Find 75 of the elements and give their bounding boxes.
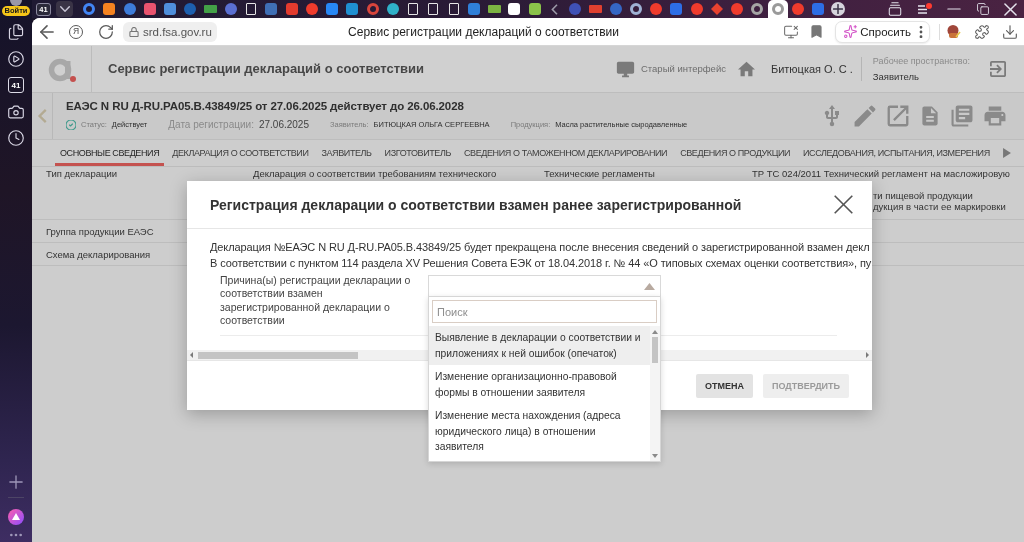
restore-icon[interactable]: [976, 3, 989, 15]
scrollbar-thumb[interactable]: [652, 337, 658, 363]
search-field[interactable]: Поиск: [432, 300, 657, 323]
chevron-down-icon: [59, 6, 70, 12]
dropdown-option[interactable]: Выявление в декларации о соответствии и приложениях к ней ошибок (опечаток): [429, 326, 650, 365]
caret-up-icon: [644, 282, 655, 290]
section-tab[interactable]: ОСНОВНЫЕ СВЕДЕНИЯ: [55, 140, 165, 166]
play-icon[interactable]: [8, 50, 24, 67]
select-field[interactable]: [428, 275, 661, 297]
page-title: Сервис регистрации деклараций о соответствии: [348, 23, 619, 40]
table-cell: дукция в части ее маркировки: [873, 201, 1006, 212]
close-button[interactable]: [834, 195, 853, 214]
declaration-title: ЕАЭС N RU Д-RU.PA05.B.43849/25 от 27.06.2025 действует до 26.06.2028: [66, 99, 465, 113]
logo-icon[interactable]: [47, 56, 76, 82]
counter-button[interactable]: 41: [8, 77, 24, 93]
reload-icon[interactable]: [99, 24, 113, 39]
detail-value: 27.06.2025: [258, 118, 309, 132]
close-icon: [834, 195, 853, 214]
section-tab[interactable]: ИССЛЕДОВАНИЯ, ИСПЫТАНИЯ, ИЗМЕРЕНИЯ: [798, 140, 995, 166]
menu-icon[interactable]: [917, 3, 932, 15]
sparkle-icon: [844, 25, 858, 38]
workspace-label: Рабочее пространство:: [872, 56, 970, 67]
section-tab[interactable]: ЗАЯВИТЕЛЬ: [316, 140, 377, 166]
clock-icon[interactable]: [8, 130, 24, 146]
table-cell-text: Декларация о соответствии требованиям технического: [253, 168, 498, 179]
camera-icon[interactable]: [8, 103, 24, 120]
scrollbar-thumb[interactable]: [198, 351, 358, 359]
row-label: Тип декларации: [46, 168, 118, 179]
workspace-value[interactable]: Заявитель: [872, 71, 970, 82]
more-icon[interactable]: [9, 533, 23, 537]
section-tab[interactable]: ИЗГОТОВИТЕЛЬ: [379, 140, 456, 166]
address-field[interactable]: srd.fsa.gov.ru: [123, 21, 217, 42]
pages-icon[interactable]: [8, 24, 24, 40]
triangle-right-icon[interactable]: [1001, 148, 1012, 158]
monitor-icon[interactable]: [616, 59, 635, 79]
extension-icon[interactable]: [946, 24, 961, 39]
user-name[interactable]: Битюцкая О. С .: [770, 62, 853, 76]
plus-icon[interactable]: [9, 475, 23, 489]
dialog-button[interactable]: ОТМЕНА: [695, 373, 753, 398]
home-icon[interactable]: [737, 60, 755, 78]
gradient-circle-icon[interactable]: [8, 509, 24, 525]
detail-label: Дата регистрации:: [168, 118, 254, 132]
ask-button[interactable]: Спросить: [844, 23, 911, 40]
plus-icon: [833, 4, 844, 14]
vertical-scrollbar[interactable]: [650, 326, 660, 461]
table-cell: ти пищевой продукции: [873, 190, 973, 201]
scroll-up-icon[interactable]: [652, 330, 658, 334]
section-tab[interactable]: ДЕКЛАРАЦИЯ О СООТВЕТСТВИИ: [167, 140, 314, 166]
field-label: Причина(ы) регистрации декларации о соответствии взамен зарегистрированной декларации о соответствии: [220, 274, 412, 328]
exit-icon[interactable]: [990, 61, 1006, 77]
avatar-icon[interactable]: [10, 0, 22, 6]
dialog-text: Декларация №ЕАЭС N RU Д-RU.PA05.B.43849/25 будет прекращена после внесения сведений о зарегистрированной взамен декл: [210, 240, 871, 255]
screen-off-icon[interactable]: [784, 24, 799, 39]
row-label: Группа продукции ЕАЭС: [46, 225, 155, 237]
download-icon[interactable]: [1003, 24, 1017, 39]
table-cell-text: Технические регламенты: [544, 168, 656, 179]
dialog-text: В соответствии с пунктом 114 раздела XV Решения Совета ЕЭК от 18.04.2018 г. № 44 «О типовых схемах оценки соответствия», пу: [210, 256, 872, 271]
dialog-title: Регистрация декларации о соответствии взамен ранее зарегистрированной: [210, 195, 742, 214]
check-circle-icon: [66, 120, 76, 130]
tab-list-button[interactable]: [56, 1, 73, 17]
close-icon[interactable]: [1004, 2, 1017, 16]
table-cell: ТР ТС 024/2011 Технический регламент на масложировую: [752, 168, 1010, 179]
browser-tab[interactable]: [767, 0, 788, 18]
lock-icon: [129, 26, 139, 37]
more-icon[interactable]: [919, 25, 923, 38]
section-tab[interactable]: СВЕДЕНИЯ О ПРОДУКЦИИ: [675, 140, 796, 166]
bookmark-icon[interactable]: [810, 25, 824, 38]
chevron-left-icon: [35, 109, 49, 123]
old-interface-link[interactable]: Старый интерфейс: [641, 63, 726, 75]
scroll-down-icon[interactable]: [652, 454, 658, 458]
puzzle-icon[interactable]: [975, 24, 989, 39]
new-tab-button[interactable]: [831, 2, 846, 16]
section-tab[interactable]: СВЕДЕНИЯ О ТАМОЖЕННОМ ДЕКЛАРИРОВАНИИ: [458, 140, 673, 166]
app-title: Сервис регистрации деклараций о соответствии: [108, 61, 425, 77]
stacked-cards-icon[interactable]: [888, 2, 902, 16]
